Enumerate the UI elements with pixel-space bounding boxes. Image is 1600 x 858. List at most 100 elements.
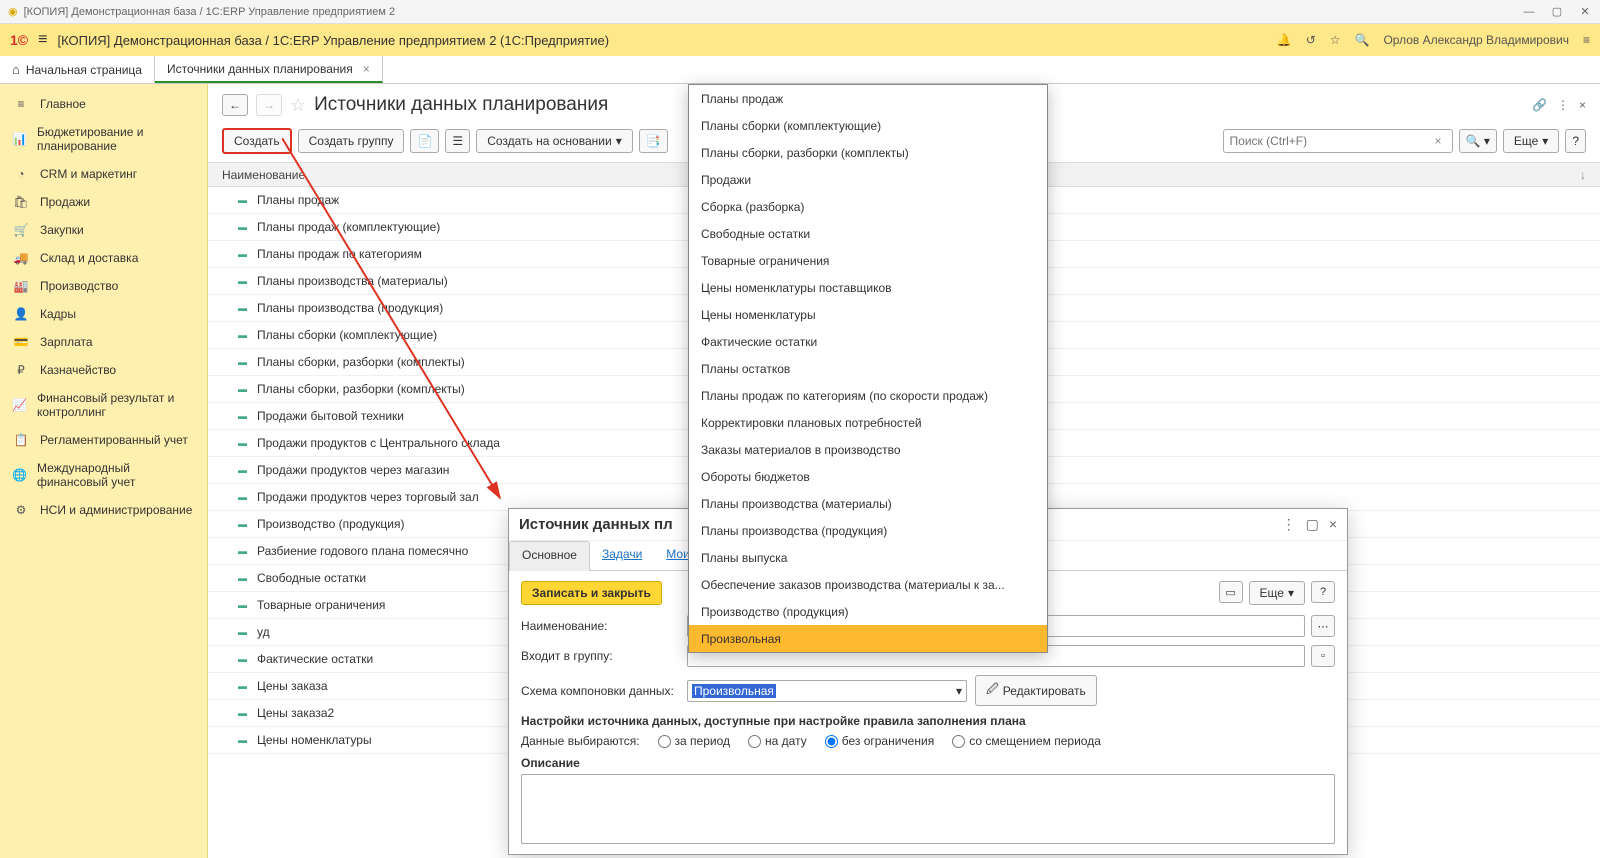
settings-icon[interactable]: ≡ bbox=[1583, 33, 1590, 47]
scheme-select[interactable]: Произвольная ▾ bbox=[687, 680, 967, 702]
menu-icon[interactable]: ≡ bbox=[38, 31, 47, 49]
sidebar-item-4[interactable]: 🛒Закупки bbox=[0, 216, 207, 244]
scheme-label: Схема компоновки данных: bbox=[521, 684, 679, 698]
favorite-star-icon[interactable]: ☆ bbox=[290, 95, 306, 116]
search-icon[interactable]: 🔍 bbox=[1355, 33, 1370, 47]
sidebar-item-7[interactable]: 👤Кадры bbox=[0, 300, 207, 328]
sidebar-item-0[interactable]: ≡Главное bbox=[0, 90, 207, 118]
link-icon[interactable]: 🔗 bbox=[1532, 98, 1547, 112]
dropdown-item[interactable]: Цены номенклатуры поставщиков bbox=[689, 274, 1047, 301]
dialog-maximize-icon[interactable]: ▢ bbox=[1306, 516, 1319, 533]
sidebar-item-2[interactable]: ◔ CRM и маркетинг bbox=[0, 160, 207, 188]
dropdown-item[interactable]: Продажи bbox=[689, 166, 1047, 193]
dropdown-item[interactable]: Обеспечение заказов производства (матери… bbox=[689, 571, 1047, 598]
create-button[interactable]: Создать bbox=[222, 128, 292, 154]
sidebar-item-8[interactable]: 💳Зарплата bbox=[0, 328, 207, 356]
more-button[interactable]: Еще ▾ bbox=[1503, 129, 1559, 153]
page-title: Источники данных планирования bbox=[314, 94, 608, 116]
dropdown-item[interactable]: Планы производства (продукция) bbox=[689, 517, 1047, 544]
dropdown-item[interactable]: Планы продаж по категориям (по скорости … bbox=[689, 382, 1047, 409]
help-button[interactable]: ? bbox=[1565, 129, 1586, 153]
sidebar-item-12[interactable]: 🌐Международный финансовый учет bbox=[0, 454, 207, 496]
tab-home[interactable]: ⌂ Начальная страница bbox=[0, 56, 155, 83]
dialog-tab-main[interactable]: Основное bbox=[509, 541, 590, 571]
sidebar-item-3[interactable]: 🛍Продажи bbox=[0, 188, 207, 216]
back-button[interactable]: ← bbox=[222, 94, 248, 116]
search-input[interactable]: × bbox=[1223, 129, 1453, 153]
description-textarea[interactable] bbox=[521, 774, 1335, 844]
dropdown-item[interactable]: Товарные ограничения bbox=[689, 247, 1047, 274]
dropdown-item[interactable]: Планы сборки, разборки (комплекты) bbox=[689, 139, 1047, 166]
dropdown-item[interactable]: Свободные остатки bbox=[689, 220, 1047, 247]
group-ext-button[interactable]: ▫ bbox=[1311, 645, 1335, 667]
sidebar-item-9[interactable]: ₽Казначейство bbox=[0, 356, 207, 384]
search-button[interactable]: 🔍 ▾ bbox=[1459, 129, 1497, 153]
dialog-more-button[interactable]: Еще ▾ bbox=[1249, 581, 1305, 605]
page-close-icon[interactable]: × bbox=[1579, 98, 1586, 112]
bell-icon[interactable]: 🔔 bbox=[1277, 33, 1292, 47]
history-icon[interactable]: ↺ bbox=[1306, 33, 1316, 47]
window-maximize-button[interactable]: ▢ bbox=[1550, 5, 1564, 19]
copy-button[interactable]: 📄 bbox=[410, 129, 439, 153]
search-field[interactable] bbox=[1230, 134, 1431, 148]
sidebar-label: Кадры bbox=[40, 307, 76, 321]
dialog-box-button[interactable]: ▭ bbox=[1219, 581, 1243, 603]
dropdown-item[interactable]: Обороты бюджетов bbox=[689, 463, 1047, 490]
dropdown-item[interactable]: Планы продаж bbox=[689, 85, 1047, 112]
dropdown-item[interactable]: Планы производства (материалы) bbox=[689, 490, 1047, 517]
sidebar-item-10[interactable]: 📈Финансовый результат и контроллинг bbox=[0, 384, 207, 426]
edit-scheme-button[interactable]: 🖉 Редактировать bbox=[975, 675, 1097, 706]
tab-close-icon[interactable]: × bbox=[363, 62, 370, 76]
radio-unlimited[interactable]: без ограничения bbox=[825, 734, 934, 748]
dropdown-item[interactable]: Цены номенклатуры bbox=[689, 301, 1047, 328]
sidebar-item-13[interactable]: ⚙НСИ и администрирование bbox=[0, 496, 207, 524]
row-marker-icon: ▬ bbox=[238, 708, 247, 718]
row-label: Товарные ограничения bbox=[257, 598, 385, 612]
dialog-tab-tasks[interactable]: Задачи bbox=[590, 541, 654, 570]
dropdown-item[interactable]: Планы остатков bbox=[689, 355, 1047, 382]
row-marker-icon: ▬ bbox=[238, 546, 247, 556]
reports-button[interactable]: 📑 bbox=[639, 129, 668, 153]
sidebar-item-5[interactable]: 🚚Склад и доставка bbox=[0, 244, 207, 272]
save-close-button[interactable]: Записать и закрыть bbox=[521, 581, 662, 605]
forward-button[interactable]: → bbox=[256, 94, 282, 116]
dropdown-item[interactable]: Произвольная bbox=[689, 625, 1047, 652]
dropdown-item[interactable]: Корректировки плановых потребностей bbox=[689, 409, 1047, 436]
radio-period[interactable]: за период bbox=[658, 734, 730, 748]
dialog-help-button[interactable]: ? bbox=[1311, 581, 1335, 603]
user-name[interactable]: Орлов Александр Владимирович bbox=[1383, 33, 1569, 47]
dropdown-item[interactable]: Планы сборки (комплектующие) bbox=[689, 112, 1047, 139]
tab-current[interactable]: Источники данных планирования × bbox=[155, 56, 383, 83]
sort-icon[interactable]: ↓ bbox=[1580, 168, 1586, 182]
create-group-button[interactable]: Создать группу bbox=[298, 129, 405, 153]
dropdown-item[interactable]: Производство (продукция) bbox=[689, 598, 1047, 625]
sidebar-item-6[interactable]: 🏭Производство bbox=[0, 272, 207, 300]
clear-search-icon[interactable]: × bbox=[1431, 134, 1446, 148]
dialog-menu-icon[interactable]: ⋮ bbox=[1282, 516, 1296, 533]
window-close-button[interactable]: ✕ bbox=[1578, 5, 1592, 19]
row-label: Планы продаж bbox=[257, 193, 339, 207]
name-ext-button[interactable]: ⋯ bbox=[1311, 615, 1335, 637]
settings-section-title: Настройки источника данных, доступные пр… bbox=[521, 714, 1335, 728]
sidebar-icon: ◔ bbox=[12, 167, 30, 181]
dropdown-item[interactable]: Сборка (разборка) bbox=[689, 193, 1047, 220]
create-based-button[interactable]: Создать на основании ▾ bbox=[476, 129, 633, 153]
dropdown-item[interactable]: Фактические остатки bbox=[689, 328, 1047, 355]
window-minimize-button[interactable]: — bbox=[1522, 5, 1536, 19]
star-icon[interactable]: ☆ bbox=[1330, 33, 1341, 47]
sidebar: ≡Главное📊Бюджетирование и планирование ◔ C… bbox=[0, 84, 208, 858]
dropdown-item[interactable]: Планы выпуска bbox=[689, 544, 1047, 571]
sidebar-icon: ≡ bbox=[12, 97, 30, 111]
sidebar-item-11[interactable]: 📋Регламентированный учет bbox=[0, 426, 207, 454]
sidebar-label: Международный финансовый учет bbox=[37, 461, 195, 489]
radio-date[interactable]: на дату bbox=[748, 734, 807, 748]
sidebar-item-1[interactable]: 📊Бюджетирование и планирование bbox=[0, 118, 207, 160]
radio-offset[interactable]: со смещением периода bbox=[952, 734, 1101, 748]
dialog-close-icon[interactable]: × bbox=[1329, 516, 1337, 533]
sidebar-label: CRM и маркетинг bbox=[40, 167, 137, 181]
list-button[interactable]: ☰ bbox=[445, 129, 470, 153]
scheme-value: Произвольная bbox=[692, 684, 776, 698]
dropdown-item[interactable]: Заказы материалов в производство bbox=[689, 436, 1047, 463]
name-label: Наименование: bbox=[521, 619, 679, 633]
more-menu-icon[interactable]: ⋮ bbox=[1557, 98, 1569, 112]
